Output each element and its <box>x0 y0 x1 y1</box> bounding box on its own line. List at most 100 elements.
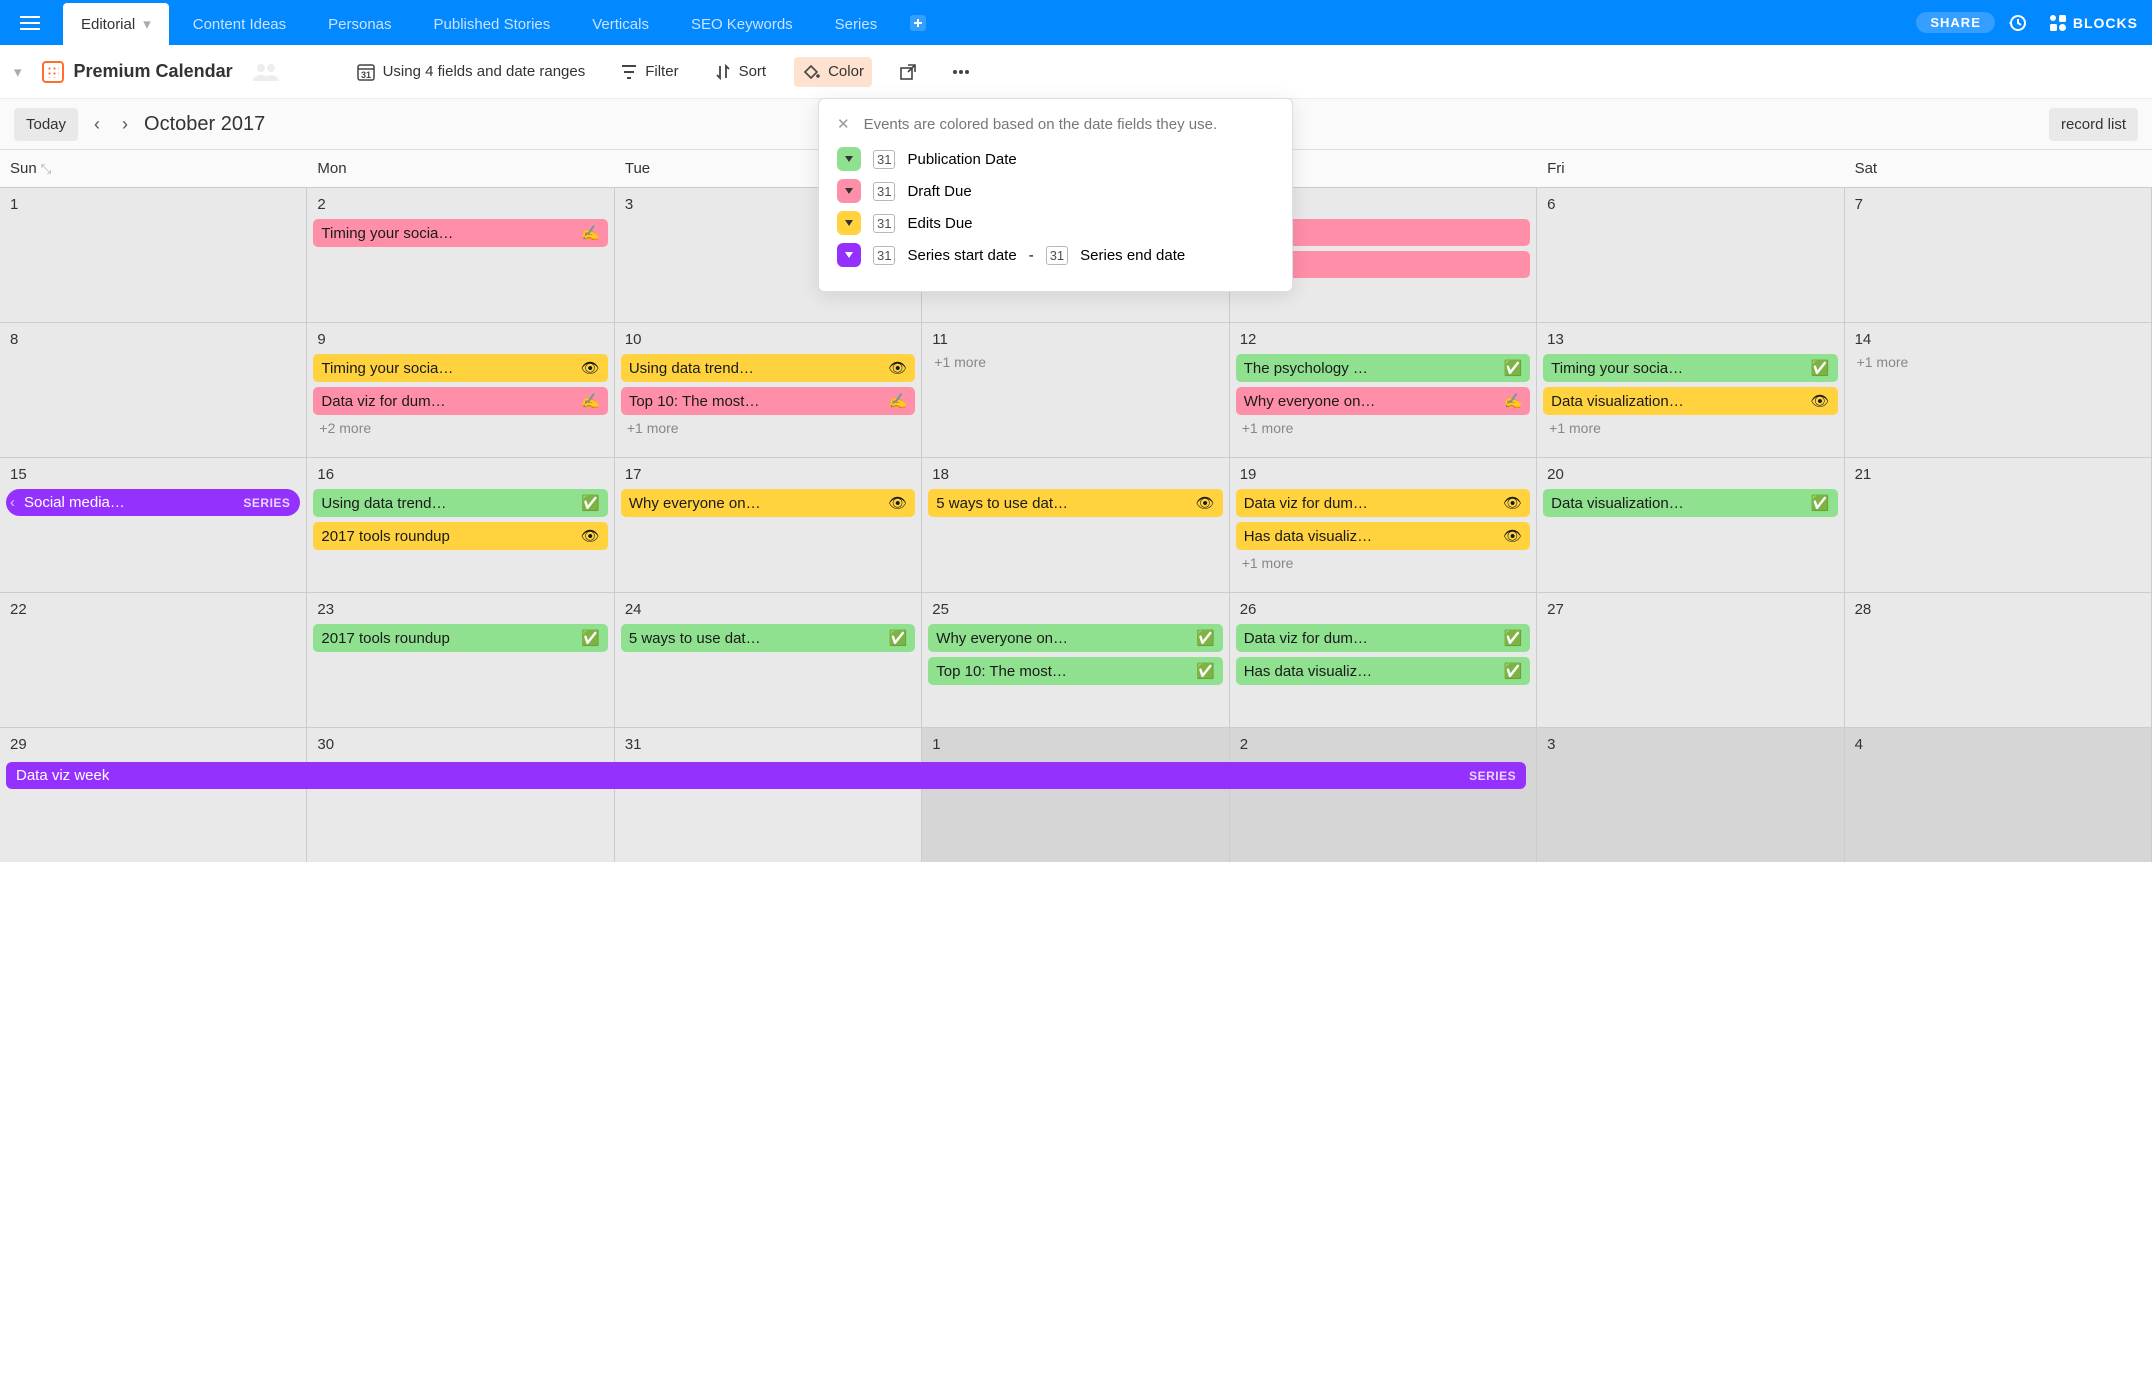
calendar-event[interactable]: 2017 tools roundup✅ <box>313 624 607 652</box>
today-button[interactable]: Today <box>14 108 78 141</box>
calendar-cell[interactable]: 245 ways to use dat…✅ <box>615 592 922 727</box>
prev-month-button[interactable]: ‹ <box>88 110 106 139</box>
views-dropdown[interactable]: ▾ <box>14 63 22 81</box>
calendar-cell[interactable]: 7 <box>1845 187 2152 322</box>
calendar-event[interactable]: Has data visualiz…👁 <box>1236 522 1530 550</box>
tab-personas[interactable]: Personas <box>310 3 409 45</box>
calendar-event[interactable]: Timing your socia…✅ <box>1543 354 1837 382</box>
calendar-event[interactable]: Data visualization…👁 <box>1543 387 1837 415</box>
close-popover-button[interactable]: ✕ <box>837 115 850 133</box>
series-event[interactable]: Social media…SERIES <box>6 489 300 516</box>
calendar-cell[interactable]: 26Data viz for dum…✅Has data visualiz…✅ <box>1230 592 1537 727</box>
share-button[interactable]: SHARE <box>1916 12 1995 33</box>
calendar-event[interactable]: Why everyone on…✍️ <box>1236 387 1530 415</box>
calendar-event[interactable]: Has data visualiz…✅ <box>1236 657 1530 685</box>
collapse-icon[interactable]: ⤡ <box>41 161 51 177</box>
filter-button[interactable]: Filter <box>613 57 686 86</box>
more-events-link[interactable]: +1 more <box>1549 420 1837 436</box>
calendar-cell[interactable]: 1 <box>0 187 307 322</box>
tab-content-ideas[interactable]: Content Ideas <box>175 3 304 45</box>
calendar-cell[interactable]: 22 <box>0 592 307 727</box>
color-swatch[interactable] <box>837 147 861 171</box>
more-events-link[interactable]: +1 more <box>934 354 1222 370</box>
calendar-cell[interactable]: 3 <box>1537 727 1844 862</box>
color-button[interactable]: Color <box>794 57 872 87</box>
calendar-event[interactable]: Data visualization…✅ <box>1543 489 1837 517</box>
day-number: 30 <box>317 736 607 753</box>
calendar-event[interactable]: Data viz for dum…✍️ <box>313 387 607 415</box>
calendar-cell[interactable]: 6 <box>1537 187 1844 322</box>
tab-series[interactable]: Series <box>817 3 896 45</box>
calendar-cell[interactable]: 12The psychology …✅Why everyone on…✍️+1 … <box>1230 322 1537 457</box>
blocks-button[interactable]: BLOCKS <box>2035 0 2152 45</box>
calendar-cell[interactable]: 19Data viz for dum…👁Has data visualiz…👁+… <box>1230 457 1537 592</box>
calendar-cell[interactable]: 20Data visualization…✅ <box>1537 457 1844 592</box>
tab-editorial[interactable]: Editorial▾ <box>63 3 169 45</box>
calendar-event[interactable]: 2017 tools roundup👁 <box>313 522 607 550</box>
next-month-button[interactable]: › <box>116 110 134 139</box>
more-events-link[interactable]: +1 more <box>1242 420 1530 436</box>
tab-published-stories[interactable]: Published Stories <box>416 3 569 45</box>
color-swatch[interactable] <box>837 211 861 235</box>
collaborators-icon[interactable] <box>253 63 279 81</box>
sort-label: Sort <box>739 63 767 80</box>
calendar-cell[interactable]: 29Data viz week SERIES <box>0 727 307 862</box>
more-options-button[interactable] <box>944 63 978 81</box>
calendar-cell[interactable]: 13Timing your socia…✅Data visualization…… <box>1537 322 1844 457</box>
record-list-toggle[interactable]: record list <box>2049 108 2138 141</box>
more-events-link[interactable]: +2 more <box>319 420 607 436</box>
calendar-cell[interactable]: 28 <box>1845 592 2152 727</box>
calendar-event[interactable]: Why everyone on…👁 <box>621 489 915 517</box>
more-events-link[interactable]: +1 more <box>1857 354 2145 370</box>
calendar-cell[interactable]: 10Using data trend…👁Top 10: The most…✍️+… <box>615 322 922 457</box>
date-field-icon: 31 <box>873 246 895 265</box>
history-button[interactable] <box>1999 0 2035 45</box>
calendar-event[interactable]: Timing your socia…👁 <box>313 354 607 382</box>
add-table-button[interactable] <box>898 0 938 45</box>
calendar-event[interactable]: Top 10: The most…✍️ <box>621 387 915 415</box>
color-swatch[interactable] <box>837 243 861 267</box>
calendar-event[interactable]: Data viz for dum…✅ <box>1236 624 1530 652</box>
day-number: 29 <box>10 736 300 753</box>
plus-icon <box>910 15 926 31</box>
calendar-event[interactable]: The psychology …✅ <box>1236 354 1530 382</box>
calendar-cell[interactable]: 2Timing your socia…✍️ <box>307 187 614 322</box>
calendar-cell[interactable]: 27 <box>1537 592 1844 727</box>
calendar-event[interactable]: Why everyone on…✅ <box>928 624 1222 652</box>
calendar-cell[interactable]: 31 <box>615 727 922 862</box>
menu-button[interactable] <box>0 0 60 45</box>
calendar-cell[interactable]: 11+1 more <box>922 322 1229 457</box>
share-view-button[interactable] <box>892 58 924 86</box>
color-swatch[interactable] <box>837 179 861 203</box>
calendar-event[interactable]: 5 ways to use dat…👁 <box>928 489 1222 517</box>
more-events-link[interactable]: +1 more <box>627 420 915 436</box>
calendar-event[interactable]: Using data trend…✅ <box>313 489 607 517</box>
calendar-cell[interactable]: 185 ways to use dat…👁 <box>922 457 1229 592</box>
series-event[interactable]: Data viz week SERIES <box>6 762 1526 789</box>
calendar-event[interactable]: Using data trend…👁 <box>621 354 915 382</box>
calendar-event[interactable]: Timing your socia…✍️ <box>313 219 607 247</box>
calendar-cell[interactable]: 14+1 more <box>1845 322 2152 457</box>
fields-button[interactable]: 31 Using 4 fields and date ranges <box>349 57 594 87</box>
sort-button[interactable]: Sort <box>707 57 775 86</box>
calendar-cell[interactable]: 1 <box>922 727 1229 862</box>
calendar-event[interactable]: Top 10: The most…✅ <box>928 657 1222 685</box>
calendar-cell[interactable]: 9Timing your socia…👁Data viz for dum…✍️+… <box>307 322 614 457</box>
calendar-event[interactable]: 5 ways to use dat…✅ <box>621 624 915 652</box>
calendar-event[interactable]: Data viz for dum…👁 <box>1236 489 1530 517</box>
calendar-cell[interactable]: 4 <box>1845 727 2152 862</box>
view-switcher[interactable]: Premium Calendar <box>42 61 233 83</box>
calendar-cell[interactable]: 2 <box>1230 727 1537 862</box>
calendar-cell[interactable]: 15Social media…SERIES <box>0 457 307 592</box>
calendar-cell[interactable]: 30 <box>307 727 614 862</box>
tab-seo-keywords[interactable]: SEO Keywords <box>673 3 811 45</box>
calendar-cell[interactable]: 16Using data trend…✅2017 tools roundup👁 <box>307 457 614 592</box>
more-events-link[interactable]: +1 more <box>1242 555 1530 571</box>
calendar-cell[interactable]: 232017 tools roundup✅ <box>307 592 614 727</box>
day-number: 2 <box>1240 736 1530 753</box>
tab-verticals[interactable]: Verticals <box>574 3 667 45</box>
calendar-cell[interactable]: 25Why everyone on…✅Top 10: The most…✅ <box>922 592 1229 727</box>
calendar-cell[interactable]: 8 <box>0 322 307 457</box>
calendar-cell[interactable]: 21 <box>1845 457 2152 592</box>
calendar-cell[interactable]: 17Why everyone on…👁 <box>615 457 922 592</box>
